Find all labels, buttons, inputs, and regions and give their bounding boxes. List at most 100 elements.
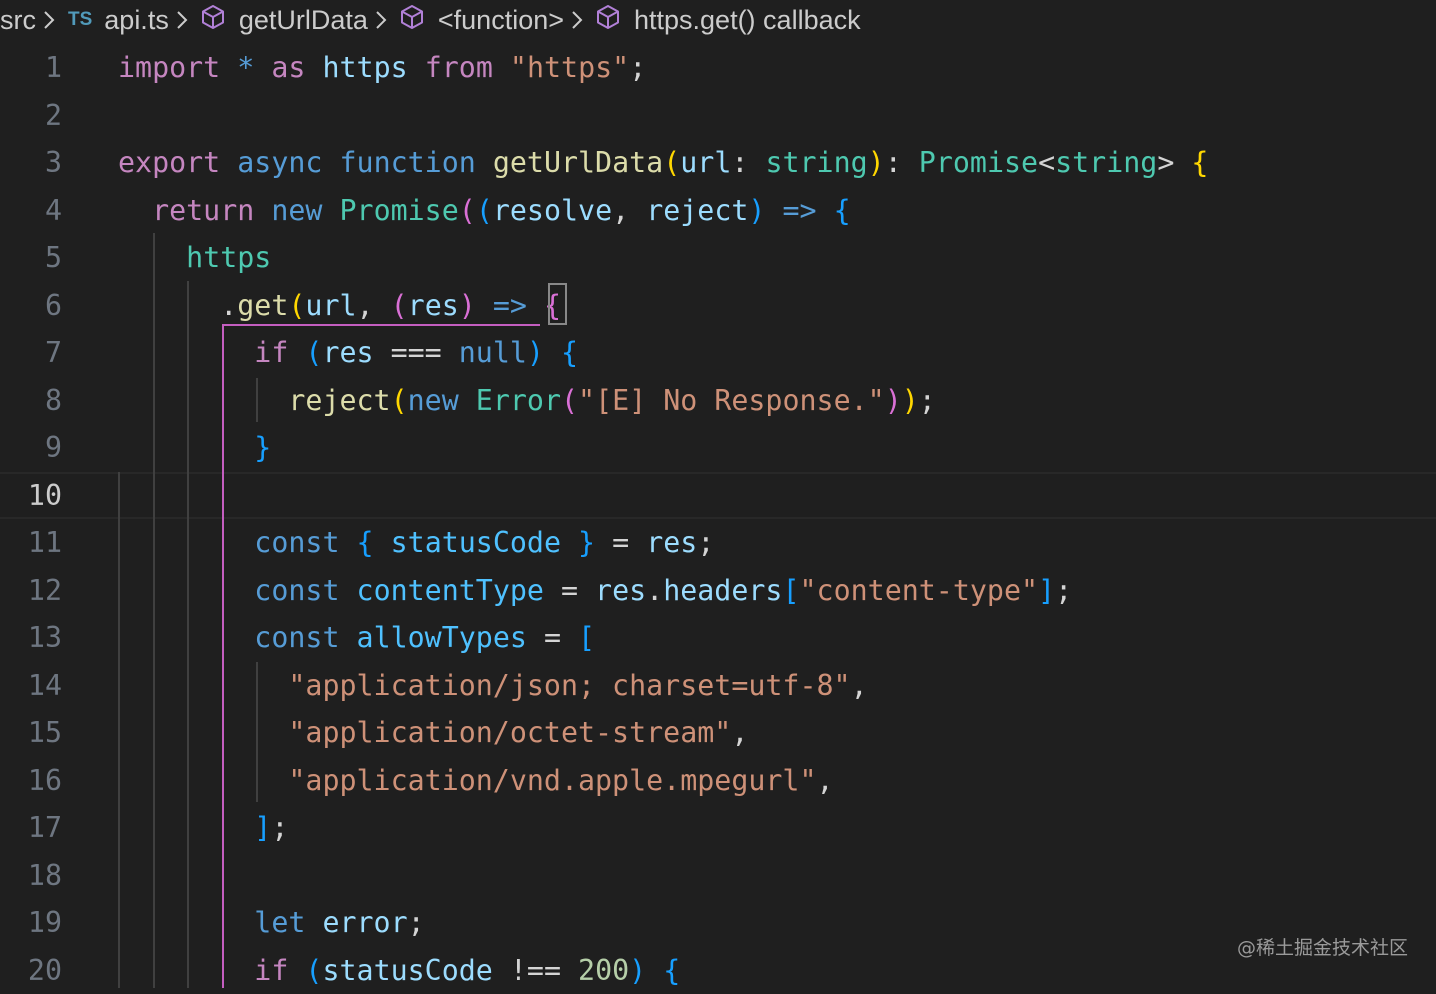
code-token <box>305 51 322 84</box>
breadcrumb-file-label: api.ts <box>104 5 169 36</box>
line-number: 19 <box>0 899 62 947</box>
code-line[interactable]: 8 reject(new Error("[E] No Response.")); <box>0 377 1436 425</box>
code-line[interactable]: 10 <box>0 472 1436 520</box>
code-line[interactable]: 15 "application/octet-stream", <box>0 709 1436 757</box>
chevron-right-icon <box>36 0 64 40</box>
indent-guide <box>256 662 258 802</box>
code-line[interactable]: 2 <box>0 92 1436 140</box>
code-token <box>544 336 561 369</box>
code-token: . <box>646 574 663 607</box>
line-number: 15 <box>0 709 62 757</box>
code-token <box>322 194 339 227</box>
code-token: => <box>493 289 527 322</box>
breadcrumb-folder[interactable]: src <box>0 5 36 36</box>
code-token: res <box>408 289 459 322</box>
code-token: ( <box>561 384 578 417</box>
code-token: [ <box>578 621 595 654</box>
code-token: contentType <box>357 574 544 607</box>
line-number: 5 <box>0 234 62 282</box>
breadcrumb-symbol-function[interactable]: getUrlData <box>197 4 368 37</box>
breadcrumb: src TS api.ts getUrlData <function> http… <box>0 0 1436 40</box>
code-line[interactable]: 5 https <box>0 234 1436 282</box>
line-number: 12 <box>0 567 62 615</box>
code-token: => <box>783 194 817 227</box>
code-line[interactable]: 18 <box>0 852 1436 900</box>
code-content: return new Promise((resolve, reject) => … <box>118 187 851 235</box>
line-number: 20 <box>0 947 62 994</box>
code-line[interactable]: 3export async function getUrlData(url: s… <box>0 139 1436 187</box>
code-token: res <box>595 574 646 607</box>
code-content: .get(url, (res) => { <box>118 282 561 330</box>
code-token: url <box>305 289 356 322</box>
watermark: @稀土掘金技术社区 <box>1237 933 1408 960</box>
code-line[interactable]: 4 return new Promise((resolve, reject) =… <box>0 187 1436 235</box>
code-token: ( <box>305 954 322 987</box>
code-token: ( <box>459 194 476 227</box>
code-line[interactable]: 7 if (res === null) { <box>0 329 1436 377</box>
code-token: return <box>152 194 254 227</box>
code-token: statusCode <box>391 526 561 559</box>
code-token: reject <box>646 194 748 227</box>
code-content: "application/octet-stream", <box>118 709 748 757</box>
code-token: * <box>237 51 254 84</box>
code-token: reject <box>288 384 390 417</box>
code-line[interactable]: 1import * as https from "https"; <box>0 44 1436 92</box>
code-token: null <box>459 336 527 369</box>
code-token: "application/vnd.apple.mpegurl" <box>288 764 816 797</box>
code-token: { <box>1191 146 1208 179</box>
line-number: 16 <box>0 757 62 805</box>
code-token: : <box>885 146 919 179</box>
code-token: ) <box>748 194 765 227</box>
code-line[interactable]: 13 const allowTypes = [ <box>0 614 1436 662</box>
code-token <box>493 51 510 84</box>
code-token <box>476 146 493 179</box>
code-line[interactable]: 9 } <box>0 424 1436 472</box>
code-line[interactable]: 6 .get(url, (res) => { <box>0 282 1436 330</box>
code-token: res <box>646 526 697 559</box>
code-token: from <box>425 51 493 84</box>
code-content: const contentType = res.headers["content… <box>118 567 1072 615</box>
code-token: if <box>254 336 288 369</box>
indent-guide <box>118 472 120 988</box>
line-number: 14 <box>0 662 62 710</box>
code-token <box>118 289 220 322</box>
code-line[interactable]: 17 ]; <box>0 804 1436 852</box>
code-token <box>561 526 578 559</box>
breadcrumb-symbol-anon-function[interactable]: <function> <box>396 4 564 37</box>
code-token: ] <box>254 811 271 844</box>
code-token: ( <box>305 336 322 369</box>
code-token <box>220 51 237 84</box>
code-token: async <box>237 146 322 179</box>
code-token: , <box>851 669 868 702</box>
code-token: https <box>322 51 407 84</box>
code-token: "[E] No Response." <box>578 384 885 417</box>
code-line[interactable]: 12 const contentType = res.headers["cont… <box>0 567 1436 615</box>
breadcrumb-file[interactable]: TS api.ts <box>64 5 169 36</box>
code-content: "application/json; charset=utf-8", <box>118 662 868 710</box>
code-line[interactable]: 11 const { statusCode } = res; <box>0 519 1436 567</box>
breadcrumb-symbol-callback[interactable]: https.get() callback <box>592 4 861 37</box>
code-line[interactable]: 19 let error; <box>0 899 1436 947</box>
code-line[interactable]: 20 if (statusCode !== 200) { <box>0 947 1436 994</box>
code-token: ( <box>476 194 493 227</box>
code-token: { <box>357 526 374 559</box>
line-number: 11 <box>0 519 62 567</box>
code-token: export <box>118 146 220 179</box>
breadcrumb-symbol-label: <function> <box>438 5 564 36</box>
indent-guide <box>153 233 155 988</box>
chevron-right-icon <box>169 0 197 40</box>
active-indent-guide <box>222 324 224 988</box>
code-token: } <box>578 526 595 559</box>
code-token: = <box>595 526 646 559</box>
code-token: ; <box>408 906 425 939</box>
code-token: ] <box>1038 574 1055 607</box>
code-line[interactable]: 14 "application/json; charset=utf-8", <box>0 662 1436 710</box>
line-number: 3 <box>0 139 62 187</box>
code-token: ) <box>459 289 476 322</box>
code-token: headers <box>663 574 782 607</box>
code-token: get <box>237 289 288 322</box>
code-token: "application/octet-stream" <box>288 716 731 749</box>
code-token: import <box>118 51 220 84</box>
code-line[interactable]: 16 "application/vnd.apple.mpegurl", <box>0 757 1436 805</box>
breadcrumb-symbol-label: getUrlData <box>239 5 368 36</box>
